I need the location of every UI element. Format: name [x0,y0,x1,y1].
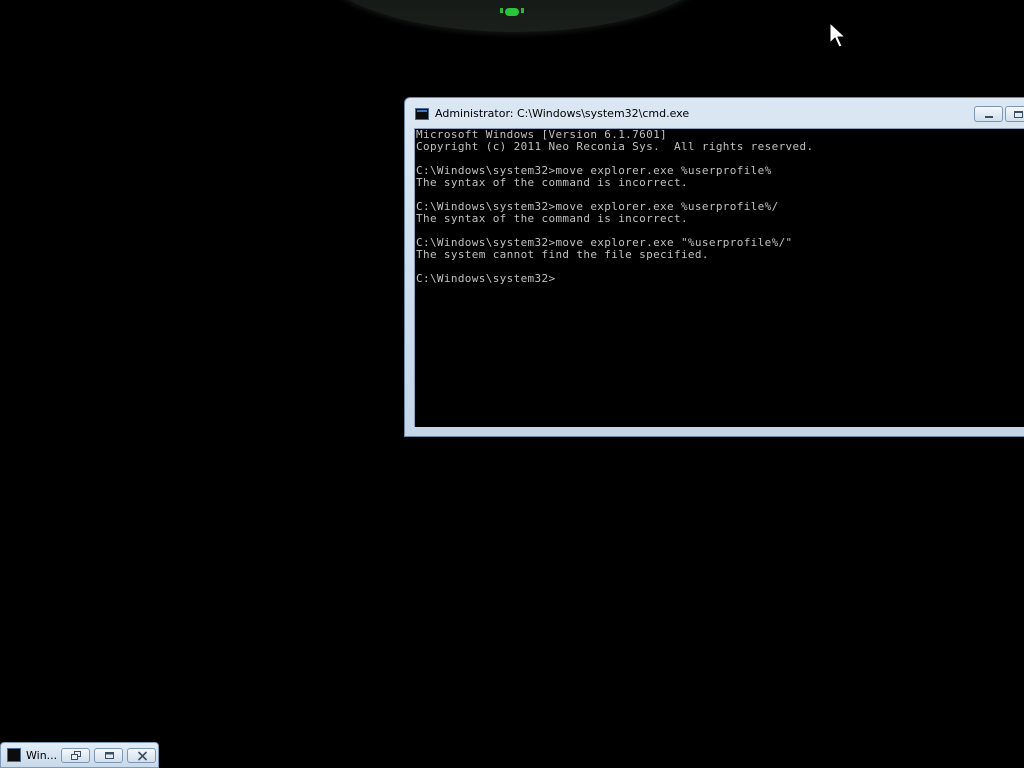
close-button[interactable] [127,748,156,763]
mouse-pointer-icon [829,22,847,48]
desktop: Administrator: C:\Windows\system32\cmd.e… [0,0,1024,768]
console-prompt[interactable]: C:\Windows\system32> [416,273,1024,285]
window-titlebar[interactable]: Administrator: C:\Windows\system32\cmd.e… [405,98,1024,128]
cmd-window[interactable]: Administrator: C:\Windows\system32\cmd.e… [404,97,1024,437]
minimized-window-tile[interactable]: Win... [0,742,159,768]
top-bezel-shape [315,0,715,32]
console-output[interactable]: Microsoft Windows [Version 6.1.7601] Cop… [414,128,1024,427]
restore-icon [71,751,81,760]
close-icon [137,751,148,761]
maximize-button[interactable] [94,748,123,763]
console-icon[interactable] [415,108,429,120]
restore-button[interactable] [61,748,90,763]
console-line: The syntax of the command is incorrect. [416,212,688,225]
minimized-window-label: Win... [26,749,58,762]
minimize-button[interactable] [974,106,1003,122]
maximize-icon [105,752,114,759]
maximize-button[interactable] [1005,106,1024,122]
console-icon [7,748,21,762]
console-line: The syntax of the command is incorrect. [416,176,688,189]
console-line: Copyright (c) 2011 Neo Reconia Sys. All … [416,140,814,153]
green-indicator-icon [500,8,524,16]
window-title: Administrator: C:\Windows\system32\cmd.e… [435,107,690,120]
console-line: The system cannot find the file specifie… [416,248,709,261]
maximize-icon [1014,111,1023,118]
minimize-icon [985,116,993,118]
